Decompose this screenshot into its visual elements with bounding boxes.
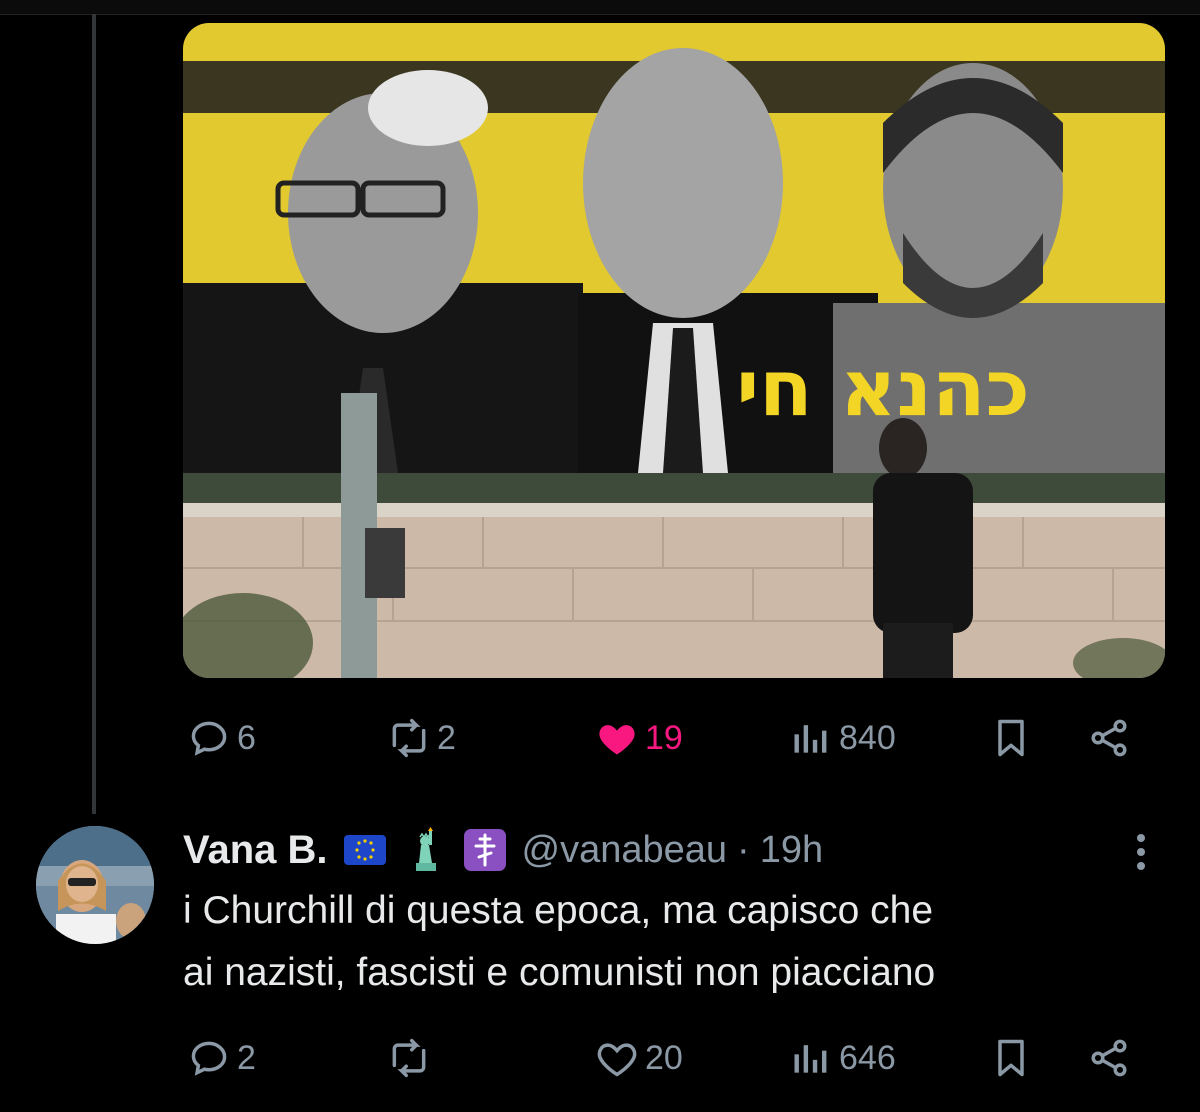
view-count: 840	[839, 718, 896, 757]
post-action-bar: 6 2 19 840	[183, 708, 1143, 768]
reply-like-button[interactable]: 20	[595, 1028, 683, 1088]
billboard-photo: כהנא חי	[183, 23, 1165, 678]
heart-filled-icon	[599, 725, 635, 755]
reply-action-bar: 2 20 646	[183, 1028, 1143, 1088]
reply-header: Vana B. @vanabeau · 19h	[183, 822, 823, 878]
reply-share-button[interactable]	[1087, 1028, 1137, 1088]
reply-text: i Churchill di questa epoca, ma capisco …	[183, 880, 1163, 1004]
reply-views-button[interactable]: 646	[789, 1028, 896, 1088]
repost-button[interactable]: 2	[387, 708, 456, 768]
views-icon	[794, 1045, 827, 1073]
reply-text-line-2: ai nazisti, fascisti e comunisti non pia…	[183, 951, 936, 994]
reply-bookmark-button[interactable]	[989, 1028, 1039, 1088]
reply-icon	[191, 721, 227, 756]
views-icon	[794, 725, 827, 753]
bookmark-icon	[998, 1039, 1024, 1077]
separator-dot: ·	[737, 828, 750, 871]
thread-connector-line	[92, 14, 96, 814]
bookmark-icon	[998, 719, 1024, 757]
orthodox-cross-emoji	[463, 829, 506, 871]
share-icon	[1091, 1039, 1127, 1077]
like-count: 19	[645, 718, 683, 757]
post-image[interactable]: כהנא חי	[183, 23, 1165, 678]
more-options-icon[interactable]	[1126, 832, 1156, 872]
reply-text-line-1: i Churchill di questa epoca, ma capisco …	[183, 889, 934, 932]
like-button[interactable]: 19	[595, 708, 683, 768]
reply-reply-count: 2	[237, 1038, 256, 1077]
reply-repost-button[interactable]	[387, 1028, 437, 1088]
billboard-text: כהנא חי	[736, 344, 1030, 434]
heart-outline-icon	[597, 1043, 637, 1077]
repost-count: 2	[437, 718, 456, 757]
display-name[interactable]: Vana B.	[183, 828, 328, 873]
top-border	[0, 0, 1200, 15]
share-icon	[1091, 719, 1127, 757]
reply-view-count: 646	[839, 1038, 896, 1077]
reply-button[interactable]: 6	[187, 708, 256, 768]
share-button[interactable]	[1087, 708, 1137, 768]
eu-flag-emoji	[343, 835, 386, 865]
avatar-photo	[36, 826, 154, 944]
avatar[interactable]	[36, 826, 154, 944]
views-button[interactable]: 840	[789, 708, 896, 768]
timestamp[interactable]: 19h	[760, 829, 823, 872]
bookmark-button[interactable]	[989, 708, 1039, 768]
reply-reply-button[interactable]: 2	[187, 1028, 256, 1088]
statue-of-liberty-emoji	[415, 827, 436, 871]
reply-like-count: 20	[645, 1038, 683, 1077]
handle[interactable]: @vanabeau	[522, 829, 728, 872]
repost-icon	[392, 1038, 426, 1078]
reply-count: 6	[237, 718, 256, 757]
repost-icon	[392, 718, 426, 758]
reply-icon	[191, 1041, 227, 1076]
